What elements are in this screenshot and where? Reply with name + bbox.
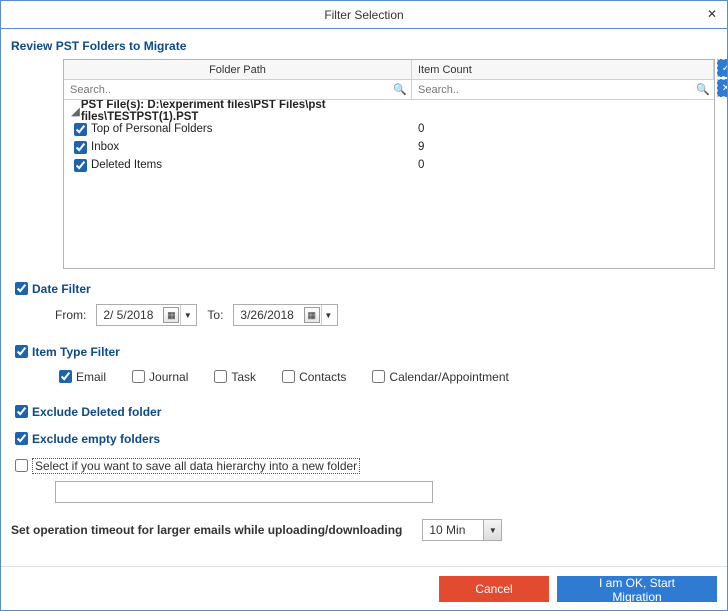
item-types-row: Email Journal Task Contacts Calendar/App… bbox=[55, 367, 717, 386]
chevron-down-icon[interactable]: ▼ bbox=[321, 305, 335, 325]
close-icon[interactable]: ✕ bbox=[703, 5, 721, 23]
from-date-picker[interactable]: 2/ 5/2018 ▦ ▼ bbox=[96, 304, 197, 326]
tree-row[interactable]: Top of Personal Folders 0 bbox=[64, 120, 714, 138]
new-folder-input[interactable] bbox=[55, 481, 433, 503]
type-task[interactable]: Task bbox=[210, 367, 256, 386]
timeout-value: 10 Min bbox=[429, 523, 465, 537]
exclude-deleted-row: Exclude Deleted folder bbox=[11, 402, 717, 421]
from-date-value: 2/ 5/2018 bbox=[103, 308, 153, 322]
save-hierarchy-row: Select if you want to save all data hier… bbox=[11, 456, 717, 475]
titlebar: Filter Selection ✕ bbox=[1, 1, 727, 29]
exclude-empty-checkbox[interactable] bbox=[15, 432, 28, 445]
tree-row[interactable]: Deleted Items 0 bbox=[64, 156, 714, 174]
type-contacts[interactable]: Contacts bbox=[278, 367, 346, 386]
timeout-row: Set operation timeout for larger emails … bbox=[11, 519, 717, 541]
search-path-input[interactable] bbox=[68, 83, 391, 97]
folder-count: 0 bbox=[412, 159, 714, 171]
exclude-empty-row: Exclude empty folders bbox=[11, 429, 717, 448]
type-email[interactable]: Email bbox=[55, 367, 106, 386]
from-label: From: bbox=[55, 308, 86, 322]
save-hierarchy-label: Select if you want to save all data hier… bbox=[32, 458, 360, 474]
exclude-empty-label: Exclude empty folders bbox=[32, 432, 160, 446]
type-journal[interactable]: Journal bbox=[128, 367, 188, 386]
folder-name: Inbox bbox=[91, 141, 119, 153]
to-label: To: bbox=[207, 308, 223, 322]
to-date-picker[interactable]: 3/26/2018 ▦ ▼ bbox=[233, 304, 337, 326]
folder-checkbox[interactable] bbox=[74, 123, 87, 136]
exclude-deleted-label: Exclude Deleted folder bbox=[32, 405, 161, 419]
calendar-icon[interactable]: ▦ bbox=[304, 307, 320, 323]
tree-root-row[interactable]: ◢ PST File(s): D:\experiment files\PST F… bbox=[64, 102, 714, 120]
collapse-icon[interactable]: ◢ bbox=[70, 104, 81, 118]
search-path-cell: 🔍 bbox=[64, 80, 412, 99]
email-checkbox[interactable] bbox=[59, 370, 72, 383]
date-filter-row: Date Filter bbox=[11, 279, 717, 298]
search-count-input[interactable] bbox=[416, 83, 694, 97]
chevron-down-icon[interactable]: ▼ bbox=[483, 520, 501, 540]
tree-header: Folder Path Item Count bbox=[64, 60, 714, 80]
folder-tree: Folder Path Item Count 🔍 🔍 bbox=[63, 59, 715, 269]
task-checkbox[interactable] bbox=[214, 370, 227, 383]
type-calendar[interactable]: Calendar/Appointment bbox=[368, 367, 508, 386]
to-date-value: 3/26/2018 bbox=[240, 308, 293, 322]
search-count-cell: 🔍 bbox=[412, 80, 714, 99]
save-hierarchy-input-row bbox=[55, 481, 717, 503]
side-buttons: ✓ ✕ bbox=[717, 59, 727, 97]
item-type-filter-label: Item Type Filter bbox=[32, 345, 120, 359]
exclude-deleted-checkbox[interactable] bbox=[15, 405, 28, 418]
folder-checkbox[interactable] bbox=[74, 141, 87, 154]
calendar-checkbox[interactable] bbox=[372, 370, 385, 383]
tree-search-row: 🔍 🔍 bbox=[64, 80, 714, 100]
journal-checkbox[interactable] bbox=[132, 370, 145, 383]
folder-count: 9 bbox=[412, 141, 714, 153]
col-header-count[interactable]: Item Count bbox=[412, 60, 714, 79]
contacts-checkbox[interactable] bbox=[282, 370, 295, 383]
uncheck-all-button[interactable]: ✕ bbox=[717, 79, 727, 97]
tree-row[interactable]: Inbox 9 bbox=[64, 138, 714, 156]
cancel-button[interactable]: Cancel bbox=[439, 576, 549, 602]
date-filter-label: Date Filter bbox=[32, 282, 91, 296]
tree-body: ◢ PST File(s): D:\experiment files\PST F… bbox=[64, 100, 714, 268]
save-hierarchy-checkbox[interactable] bbox=[15, 459, 28, 472]
folder-name: Top of Personal Folders bbox=[91, 123, 212, 135]
search-icon[interactable]: 🔍 bbox=[696, 83, 710, 96]
item-type-filter-checkbox[interactable] bbox=[15, 345, 28, 358]
date-filter-checkbox[interactable] bbox=[15, 282, 28, 295]
review-heading: Review PST Folders to Migrate bbox=[11, 39, 717, 53]
date-filter-fields: From: 2/ 5/2018 ▦ ▼ To: 3/26/2018 ▦ ▼ bbox=[55, 304, 717, 326]
timeout-combo[interactable]: 10 Min ▼ bbox=[422, 519, 502, 541]
chevron-down-icon[interactable]: ▼ bbox=[180, 305, 194, 325]
calendar-icon[interactable]: ▦ bbox=[163, 307, 179, 323]
search-icon[interactable]: 🔍 bbox=[393, 83, 407, 96]
folder-tree-container: Folder Path Item Count 🔍 🔍 bbox=[63, 59, 715, 269]
folder-name: Deleted Items bbox=[91, 159, 162, 171]
timeout-label: Set operation timeout for larger emails … bbox=[11, 523, 402, 537]
footer: Cancel I am OK, Start Migration bbox=[1, 566, 727, 610]
folder-count: 0 bbox=[412, 123, 714, 135]
item-type-filter-row: Item Type Filter bbox=[11, 342, 717, 361]
folder-checkbox[interactable] bbox=[74, 159, 87, 172]
check-all-button[interactable]: ✓ bbox=[717, 59, 727, 77]
start-migration-button[interactable]: I am OK, Start Migration bbox=[557, 576, 717, 602]
col-header-path[interactable]: Folder Path bbox=[64, 60, 412, 79]
dialog-window: Filter Selection ✕ Review PST Folders to… bbox=[0, 0, 728, 611]
window-title: Filter Selection bbox=[324, 8, 403, 22]
content-area: Review PST Folders to Migrate Folder Pat… bbox=[1, 29, 727, 566]
